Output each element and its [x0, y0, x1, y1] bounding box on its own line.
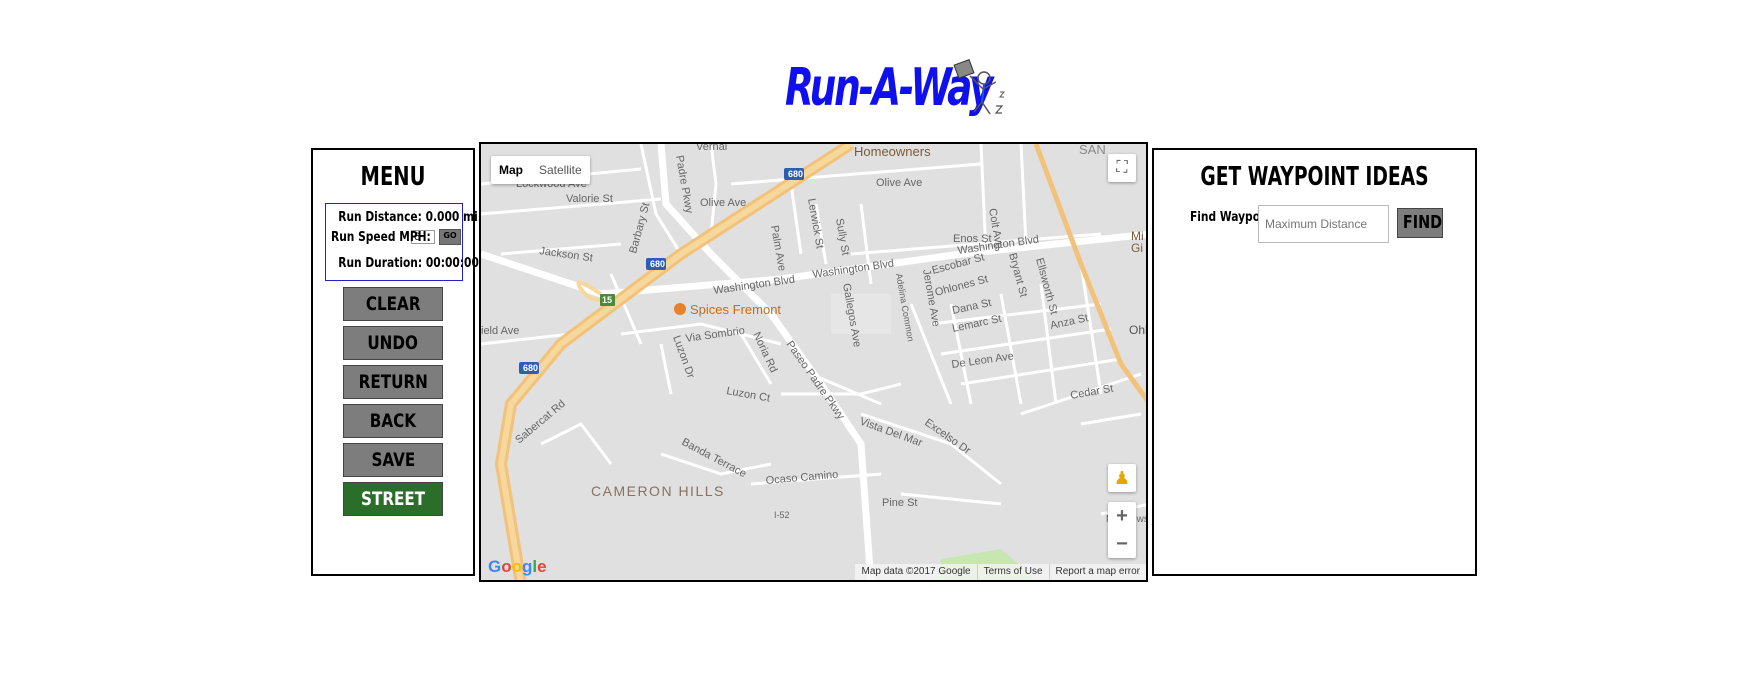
street-button[interactable]: STREET	[343, 482, 443, 516]
report-map-error-link[interactable]: Report a map error	[1048, 564, 1146, 580]
speed-go-button[interactable]: GO	[439, 229, 461, 245]
undo-button[interactable]: UNDO	[343, 326, 443, 360]
map-label: Vernal	[696, 144, 727, 153]
return-button[interactable]: RETURN	[343, 365, 443, 399]
waypoint-title: GET WAYPOINT IDEAS	[1200, 162, 1429, 192]
zoom-in-button[interactable]: +	[1108, 502, 1136, 530]
back-button[interactable]: BACK	[343, 404, 443, 438]
fullscreen-icon[interactable]: ⛶	[1108, 154, 1136, 182]
map-label: Homeowners	[854, 144, 931, 159]
menu-title: MENU	[360, 162, 426, 192]
highway-680-shield: 680	[788, 169, 803, 179]
map-label: Olive Ave	[700, 197, 746, 209]
google-logo: Google	[488, 557, 547, 576]
map-label: Olive Ave	[876, 177, 922, 189]
pegman-icon[interactable]: ♟	[1108, 464, 1136, 492]
zoom-control: + −	[1108, 502, 1136, 558]
map-label: Valorie St	[566, 193, 613, 205]
find-button[interactable]: FIND	[1397, 208, 1443, 238]
map-attribution: Map data ©2017 Google Terms of Use Repor…	[855, 564, 1146, 580]
run-speed-label: Run Speed MPH:	[331, 229, 431, 245]
highway-680-shield: 680	[523, 363, 538, 373]
map-panel[interactable]: 680 680 680 15 Vernal Homeowners SAN Loc…	[479, 142, 1148, 582]
highway-680-shield: 680	[650, 259, 665, 269]
street-button-label: STREET	[360, 488, 426, 510]
clear-button[interactable]: CLEAR	[343, 287, 443, 321]
run-distance: Run Distance: 0.000 mi.	[338, 210, 482, 225]
map-label: SAN	[1079, 144, 1106, 157]
back-button-label: BACK	[369, 410, 417, 432]
clear-button-label: CLEAR	[365, 293, 421, 315]
map-label: Pine St	[882, 497, 917, 509]
return-button-label: RETURN	[358, 371, 428, 393]
terms-of-use-link[interactable]: Terms of Use	[976, 564, 1049, 580]
zoom-out-button[interactable]: −	[1108, 530, 1136, 558]
save-button[interactable]: SAVE	[343, 443, 443, 477]
find-button-label: FIND	[1402, 212, 1443, 233]
map-canvas[interactable]: 680 680 680 15 Vernal Homeowners SAN Loc…	[481, 144, 1148, 582]
map-type-satellite-button[interactable]: Satellite	[531, 156, 590, 184]
restaurant-marker-icon	[674, 303, 686, 315]
waypoint-panel: GET WAYPOINT IDEAS Find Waypoint: FIND	[1152, 148, 1477, 576]
map-type-control: Map Satellite	[491, 156, 590, 184]
maximum-distance-input[interactable]	[1258, 205, 1389, 243]
run-stats-box: Run Distance: 0.000 mi. Run Speed MPH: G…	[325, 203, 482, 281]
undo-button-label: UNDO	[367, 332, 419, 354]
map-label: Gi	[1131, 241, 1143, 255]
save-button-label: SAVE	[371, 449, 415, 471]
map-label: I-52	[774, 510, 790, 520]
runner-mascot-icon	[953, 59, 1006, 115]
run-duration: Run Duration: 00:00:00	[338, 256, 479, 271]
map-label: Spices Fremont	[690, 302, 781, 317]
map-label: CAMERON HILLS	[591, 483, 725, 499]
route-15-shield: 15	[602, 295, 612, 305]
run-speed-row: Run Speed MPH: GO	[331, 229, 461, 245]
map-data-credit: Map data ©2017 Google	[861, 566, 971, 577]
map-type-map-button[interactable]: Map	[491, 156, 531, 184]
map-label: ield Ave	[481, 325, 519, 337]
menu-panel: MENU Run Distance: 0.000 mi. Run Speed M…	[311, 148, 482, 576]
map-label: Ohl	[1129, 323, 1148, 337]
